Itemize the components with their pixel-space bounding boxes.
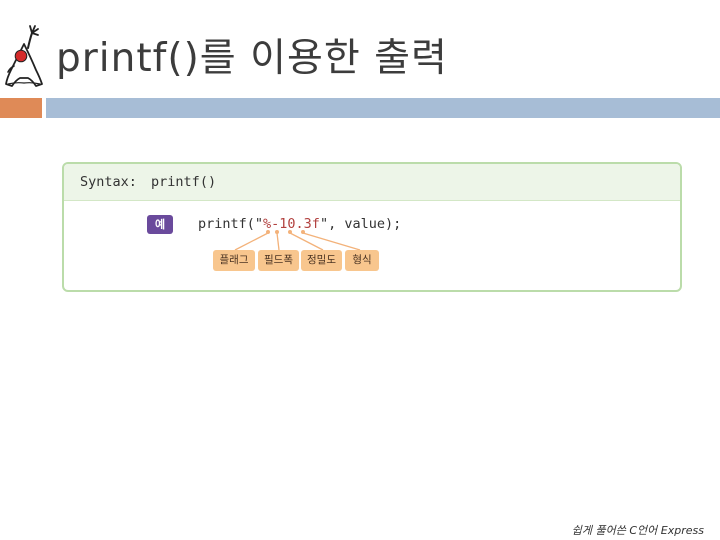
flag-tag: 플래그 [213,250,255,271]
duke-mascot-icon [5,25,43,87]
example-badge: 예 [147,215,173,234]
code-after: ", value); [319,216,402,232]
slide-title: printf()를 이용한 출력 [56,36,448,81]
syntax-box: Syntax: printf() 예 printf("%-10.3f", val… [62,162,682,292]
format-specifier: %-10.3f [263,216,320,232]
code-before: printf(" [198,216,264,232]
field-width-tag: 필드폭 [258,250,299,271]
format-tag: 형식 [345,250,379,271]
accent-bar-blue [46,98,720,118]
accent-bar-orange [0,98,42,118]
footer-text: 쉽게 풀어쓴 C언어 Express [571,524,704,537]
precision-tag: 정밀도 [301,250,342,271]
code-example: printf("%-10.3f", value); [198,214,401,234]
